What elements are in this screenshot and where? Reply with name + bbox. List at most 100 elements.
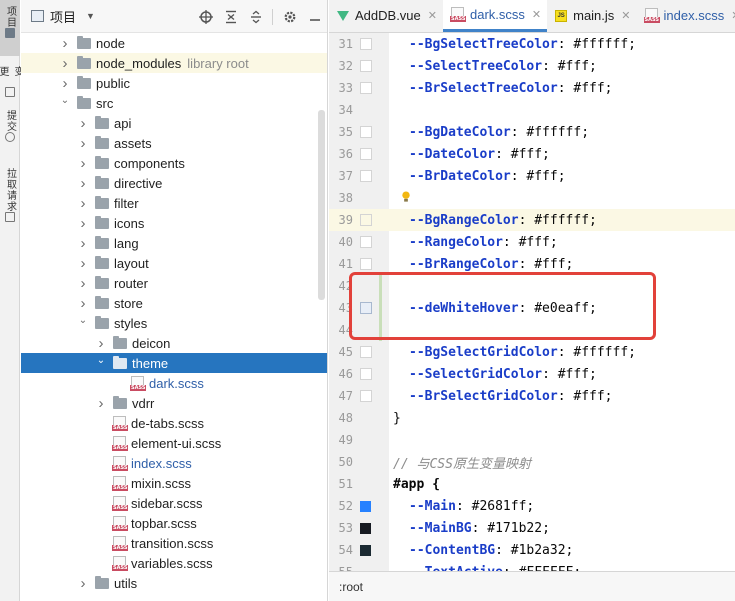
tree-item-api[interactable]: › api bbox=[21, 113, 327, 133]
project-view-icon bbox=[31, 10, 44, 22]
css-variable-value: : #1b2a32; bbox=[495, 542, 574, 558]
gutter-marker[interactable] bbox=[360, 390, 372, 402]
sidestrip-tab-2[interactable]: 提交 bbox=[0, 104, 20, 156]
gutter-marker[interactable] bbox=[360, 60, 372, 72]
tree-item-store[interactable]: › store bbox=[21, 293, 327, 313]
gutter-marker[interactable] bbox=[360, 126, 372, 138]
tree-item-element-ui-scss[interactable]: element-ui.scss bbox=[21, 433, 327, 453]
editor-tab-index-scss[interactable]: index.scss ✕ bbox=[637, 0, 735, 32]
close-icon[interactable]: ✕ bbox=[621, 9, 630, 22]
sidestrip-tab-0[interactable]: 项目 bbox=[0, 0, 20, 56]
chevron-right-icon[interactable]: › bbox=[95, 395, 107, 412]
editor-tab-main-js[interactable]: JS main.js ✕ bbox=[547, 0, 636, 32]
project-panel-title[interactable]: 项目 bbox=[50, 7, 76, 26]
tree-item-src[interactable]: ⌄ src bbox=[21, 93, 327, 113]
chevron-right-icon[interactable]: › bbox=[77, 155, 89, 172]
tree-item-sidebar-scss[interactable]: sidebar.scss bbox=[21, 493, 327, 513]
chevron-right-icon[interactable]: › bbox=[77, 195, 89, 212]
chevron-right-icon[interactable]: › bbox=[59, 75, 71, 92]
tree-item-filter[interactable]: › filter bbox=[21, 193, 327, 213]
editor-tab-dark-scss[interactable]: dark.scss ✕ bbox=[442, 0, 548, 32]
chevron-right-icon[interactable]: › bbox=[77, 255, 89, 272]
close-icon[interactable]: ✕ bbox=[428, 9, 437, 22]
tree-item-public[interactable]: › public bbox=[21, 73, 327, 93]
tree-item-deicon[interactable]: › deicon bbox=[21, 333, 327, 353]
sass-file-icon bbox=[112, 535, 129, 551]
tree-item-topbar-scss[interactable]: topbar.scss bbox=[21, 513, 327, 533]
chevron-right-icon[interactable]: › bbox=[59, 55, 71, 72]
chevron-right-icon[interactable]: › bbox=[77, 135, 89, 152]
tree-item-mixin-scss[interactable]: mixin.scss bbox=[21, 473, 327, 493]
chevron-down-icon[interactable]: ⌄ bbox=[95, 355, 107, 366]
gutter-marker[interactable] bbox=[360, 170, 372, 182]
gutter-marker bbox=[360, 434, 372, 446]
code-line: 37 --BrDateColor: #fff; bbox=[329, 165, 735, 187]
chevron-right-icon[interactable]: › bbox=[77, 275, 89, 292]
code-text: --RangeColor: #fff; bbox=[409, 235, 558, 250]
tree-item-assets[interactable]: › assets bbox=[21, 133, 327, 153]
tree-item-vdrr[interactable]: › vdrr bbox=[21, 393, 327, 413]
css-variable-value: : #fff; bbox=[557, 80, 613, 96]
color-swatch-icon[interactable] bbox=[360, 500, 371, 512]
chevron-right-icon[interactable]: › bbox=[77, 115, 89, 132]
chevron-right-icon[interactable]: › bbox=[77, 575, 89, 592]
code-text: } bbox=[393, 411, 401, 426]
chevron-right-icon[interactable]: › bbox=[77, 235, 89, 252]
project-scrollbar[interactable] bbox=[318, 110, 325, 300]
tree-item-variables-scss[interactable]: variables.scss bbox=[21, 553, 327, 573]
tree-item-styles[interactable]: ⌄ styles bbox=[21, 313, 327, 333]
intention-bulb-icon[interactable] bbox=[401, 191, 411, 203]
gutter-marker[interactable] bbox=[360, 258, 372, 270]
tree-item-de-tabs-scss[interactable]: de-tabs.scss bbox=[21, 413, 327, 433]
css-variable-name: --BrSelectGridColor bbox=[409, 388, 558, 404]
tree-item-icons[interactable]: › icons bbox=[21, 213, 327, 233]
tree-item-node_modules[interactable]: › node_modules library root bbox=[21, 53, 327, 73]
expand-all-icon[interactable] bbox=[247, 8, 264, 25]
locate-target-icon[interactable] bbox=[197, 8, 214, 25]
gutter-marker[interactable] bbox=[360, 368, 372, 380]
settings-gear-icon[interactable] bbox=[281, 8, 298, 25]
chevron-down-icon[interactable]: ▼ bbox=[86, 11, 95, 21]
sidestrip-tab-1[interactable]: 变更 bbox=[0, 60, 23, 100]
chevron-right-icon[interactable]: › bbox=[59, 35, 71, 52]
gutter-marker[interactable] bbox=[360, 346, 372, 358]
tree-item-directive[interactable]: › directive bbox=[21, 173, 327, 193]
code-line: 53 --MainBG: #171b22; bbox=[329, 517, 735, 539]
breadcrumb-path[interactable]: :root bbox=[339, 580, 363, 594]
tree-item-router[interactable]: › router bbox=[21, 273, 327, 293]
tree-item-index-scss[interactable]: index.scss bbox=[21, 453, 327, 473]
tree-item-label: lang bbox=[114, 235, 139, 251]
color-swatch-icon[interactable] bbox=[360, 522, 371, 534]
code-comment: // 与CSS原生变量映射 bbox=[393, 456, 531, 472]
collapse-all-icon[interactable] bbox=[222, 8, 239, 25]
sidestrip-tab-3[interactable]: 拉取请求 bbox=[0, 162, 20, 232]
chevron-down-icon[interactable]: ⌄ bbox=[59, 95, 71, 106]
editor-tab-AddDB-vue[interactable]: AddDB.vue ✕ bbox=[329, 0, 443, 32]
hide-panel-icon[interactable] bbox=[306, 8, 323, 25]
tree-item-label: components bbox=[114, 155, 185, 171]
chevron-right-icon[interactable]: › bbox=[77, 215, 89, 232]
color-swatch-icon[interactable] bbox=[360, 544, 371, 556]
chevron-right-icon[interactable]: › bbox=[77, 175, 89, 192]
tree-item-layout[interactable]: › layout bbox=[21, 253, 327, 273]
css-variable-name: --ContentBG bbox=[409, 542, 496, 558]
tree-item-transition-scss[interactable]: transition.scss bbox=[21, 533, 327, 553]
tree-item-dark-scss[interactable]: dark.scss bbox=[21, 373, 327, 393]
close-icon[interactable]: ✕ bbox=[532, 8, 541, 21]
chevron-right-icon[interactable]: › bbox=[95, 335, 107, 352]
close-icon[interactable]: ✕ bbox=[731, 9, 735, 22]
tree-item-lang[interactable]: › lang bbox=[21, 233, 327, 253]
chevron-down-icon[interactable]: ⌄ bbox=[77, 315, 89, 326]
code-line: 45 --BgSelectGridColor: #ffffff; bbox=[329, 341, 735, 363]
gutter-marker[interactable] bbox=[360, 148, 372, 160]
tree-item-components[interactable]: › components bbox=[21, 153, 327, 173]
tree-item-utils[interactable]: › utils bbox=[21, 573, 327, 593]
tree-item-node[interactable]: › node bbox=[21, 33, 327, 53]
tree-item-theme[interactable]: ⌄ theme bbox=[21, 353, 327, 373]
gutter-marker[interactable] bbox=[360, 82, 372, 94]
gutter-marker[interactable] bbox=[360, 214, 372, 226]
chevron-right-icon[interactable]: › bbox=[77, 295, 89, 312]
gutter-marker[interactable] bbox=[360, 38, 372, 50]
sidestrip-tab-label: 拉取请求 bbox=[4, 168, 16, 212]
gutter-marker[interactable] bbox=[360, 236, 372, 248]
